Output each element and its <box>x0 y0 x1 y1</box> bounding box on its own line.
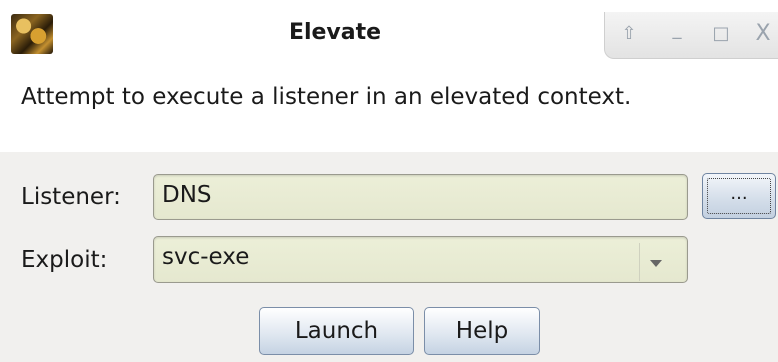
app-icon <box>11 14 53 54</box>
exploit-label: Exploit: <box>21 247 108 273</box>
browse-listener-button[interactable]: ... <box>702 173 776 219</box>
minimize-window-icon[interactable]: _ <box>665 18 689 42</box>
window-controls: ⇧ _ □ X <box>604 12 778 59</box>
shade-window-icon[interactable]: ⇧ <box>617 22 641 46</box>
launch-button[interactable]: Launch <box>259 307 414 355</box>
chevron-down-icon[interactable] <box>650 260 662 267</box>
dropdown-separator <box>639 243 640 281</box>
description-text: Attempt to execute a listener in an elev… <box>21 84 632 110</box>
elevate-dialog: Elevate ⇧ _ □ X Attempt to execute a lis… <box>0 0 778 362</box>
exploit-value: svc-exe <box>162 244 250 270</box>
browse-button-label: ... <box>730 183 748 204</box>
close-window-icon[interactable]: X <box>751 22 775 46</box>
listener-field[interactable]: DNS <box>153 174 688 220</box>
listener-value: DNS <box>162 182 212 208</box>
description-panel: Attempt to execute a listener in an elev… <box>0 68 778 152</box>
title-bar[interactable]: Elevate ⇧ _ □ X <box>0 0 778 68</box>
listener-label: Listener: <box>21 184 121 210</box>
maximize-window-icon[interactable]: □ <box>709 22 733 46</box>
help-button[interactable]: Help <box>424 307 540 355</box>
window-title: Elevate <box>288 20 382 45</box>
exploit-dropdown[interactable]: svc-exe <box>153 236 688 283</box>
